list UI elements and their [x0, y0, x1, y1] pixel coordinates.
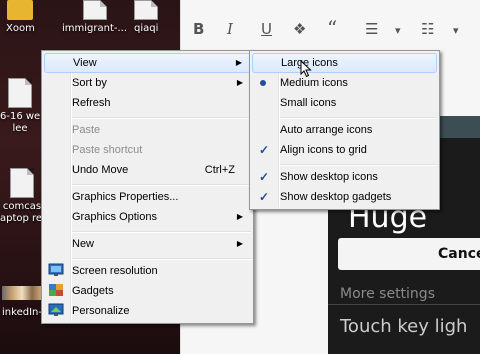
- submenu-arrow-icon: ▶: [236, 78, 243, 87]
- file-icon: [82, 0, 107, 20]
- desktop-icon-immigrant[interactable]: immigrant-...: [62, 0, 127, 35]
- menu-item-sort-by[interactable]: Sort by ▶: [44, 73, 251, 93]
- menu-separator: [280, 117, 437, 119]
- bullet-list-dropdown[interactable]: ▾: [395, 24, 401, 37]
- view-submenu: Large icons Medium icons Small icons Aut…: [249, 50, 440, 210]
- menu-item-personalize[interactable]: Personalize: [44, 301, 251, 321]
- menu-item-label: Align icons to grid: [280, 144, 367, 156]
- radio-selected-icon: [260, 80, 266, 86]
- desktop-icon-qiaqi[interactable]: qiaqi: [134, 0, 158, 35]
- quote-button[interactable]: “: [327, 16, 337, 40]
- menu-separator: [72, 117, 251, 119]
- file-icon: [134, 0, 159, 20]
- screen-resolution-icon: [48, 263, 64, 276]
- menu-separator: [72, 184, 251, 186]
- menu-item-show-desktop-gadgets[interactable]: ✓ Show desktop gadgets: [252, 187, 437, 207]
- menu-separator: [280, 164, 437, 166]
- desktop-icon-comcas[interactable]: comcas aptop rep: [0, 168, 48, 225]
- menu-item-label: Screen resolution: [72, 265, 158, 277]
- menu-item-label: Show desktop icons: [280, 171, 378, 183]
- bullet-list-button[interactable]: ☰: [365, 20, 378, 38]
- menu-item-accelerator: Ctrl+Z: [204, 164, 235, 176]
- desktop-icon-6-16[interactable]: 6-16 we lee: [0, 78, 40, 135]
- menu-item-new[interactable]: New ▶: [44, 234, 251, 254]
- menu-item-label: Small icons: [280, 97, 337, 109]
- menu-item-align-icons-to-grid[interactable]: ✓ Align icons to grid: [252, 140, 437, 160]
- menu-item-label: Auto arrange icons: [280, 124, 373, 136]
- menu-item-view[interactable]: View ▶: [44, 53, 251, 73]
- menu-item-paste[interactable]: Paste: [44, 120, 251, 140]
- underline-button[interactable]: U: [261, 20, 272, 38]
- menu-item-screen-resolution[interactable]: Screen resolution: [44, 261, 251, 281]
- menu-separator: [72, 231, 251, 233]
- menu-item-show-desktop-icons[interactable]: ✓ Show desktop icons: [252, 167, 437, 187]
- menu-item-label: Undo Move: [72, 164, 129, 176]
- divider: [328, 304, 480, 305]
- menu-item-label: Graphics Properties...: [72, 191, 179, 203]
- photo-icon: [2, 286, 42, 300]
- xoom-folder-icon: [7, 0, 34, 20]
- checkmark-icon: ✓: [259, 190, 270, 204]
- menu-item-label: Medium icons: [280, 77, 348, 89]
- desktop-icon-xoom[interactable]: Xoom: [6, 0, 35, 35]
- menu-item-graphics-options[interactable]: Graphics Options ▶: [44, 207, 251, 227]
- bold-button[interactable]: B: [193, 20, 204, 38]
- menu-item-graphics-properties[interactable]: Graphics Properties...: [44, 187, 251, 207]
- desktop-context-menu: View ▶ Sort by ▶ Refresh Paste Paste sho…: [41, 50, 254, 324]
- menu-item-label: Personalize: [72, 305, 130, 317]
- menu-item-refresh[interactable]: Refresh: [44, 93, 251, 113]
- mouse-cursor-icon: [300, 60, 312, 78]
- menu-item-label: Paste: [72, 124, 101, 136]
- touch-key-light-label: Touch key ligh: [340, 316, 468, 337]
- menu-item-label: Show desktop gadgets: [280, 191, 392, 203]
- copy-format-button[interactable]: ❖: [293, 20, 306, 38]
- file-icon: [8, 78, 32, 108]
- submenu-arrow-icon: ▶: [236, 239, 243, 248]
- menu-separator: [72, 258, 251, 260]
- menu-item-label: New: [72, 238, 95, 250]
- desktop-icon-linkedin[interactable]: inkedIn-: [0, 286, 44, 319]
- checkmark-icon: ✓: [259, 170, 270, 184]
- menu-item-label: View: [73, 57, 97, 69]
- italic-button[interactable]: I: [227, 20, 233, 38]
- menu-item-label: Paste shortcut: [72, 144, 143, 156]
- menu-item-gadgets[interactable]: Gadgets: [44, 281, 251, 301]
- menu-item-paste-shortcut[interactable]: Paste shortcut: [44, 140, 251, 160]
- menu-item-label: Sort by: [72, 77, 107, 89]
- menu-item-large-icons[interactable]: Large icons: [252, 53, 437, 73]
- menu-item-label: Graphics Options: [72, 211, 157, 223]
- more-settings-label: More settings: [340, 286, 435, 302]
- submenu-arrow-icon: ▶: [235, 58, 242, 67]
- numbered-list-dropdown[interactable]: ▾: [453, 24, 459, 37]
- menu-item-small-icons[interactable]: Small icons: [252, 93, 437, 113]
- menu-item-label: Gadgets: [72, 285, 114, 297]
- submenu-arrow-icon: ▶: [236, 212, 243, 221]
- checkmark-icon: ✓: [259, 143, 270, 157]
- menu-item-undo-move[interactable]: Undo Move Ctrl+Z: [44, 160, 251, 180]
- menu-item-medium-icons[interactable]: Medium icons: [252, 73, 437, 93]
- cancel-button[interactable]: Cance: [338, 238, 480, 270]
- numbered-list-button[interactable]: ☷: [421, 20, 434, 38]
- file-icon: [10, 168, 34, 198]
- gadgets-icon: [49, 284, 63, 296]
- personalize-icon: [48, 303, 64, 316]
- menu-item-label: Refresh: [72, 97, 111, 109]
- menu-item-auto-arrange-icons[interactable]: Auto arrange icons: [252, 120, 437, 140]
